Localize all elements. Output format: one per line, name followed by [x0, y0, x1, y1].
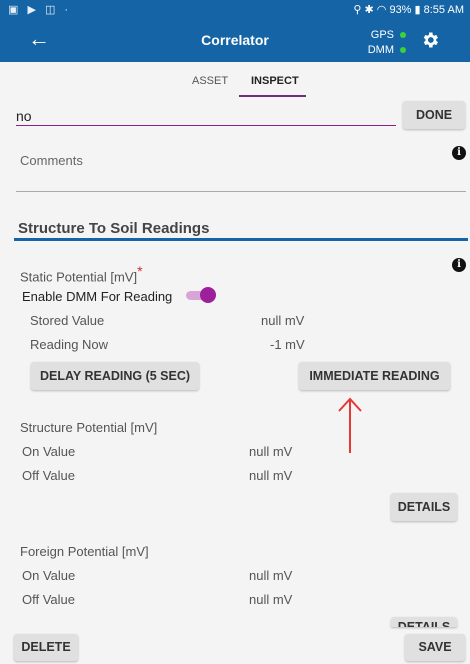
comments-underline: [16, 191, 466, 192]
foreign-off-value: null mV: [249, 592, 293, 607]
delay-reading-button[interactable]: DELAY READING (5 SEC): [31, 362, 199, 390]
static-potential-text: Static Potential [mV]: [20, 269, 138, 285]
save-button[interactable]: SAVE: [405, 634, 465, 661]
structure-potential-label: Structure Potential [mV]: [20, 420, 158, 435]
stored-value-label: Stored Value: [30, 313, 105, 328]
tab-asset[interactable]: ASSET: [192, 75, 228, 87]
section-divider: [14, 238, 468, 241]
enable-dmm-label: Enable DMM For Reading: [22, 289, 173, 304]
gear-icon[interactable]: [420, 30, 440, 56]
gps-status-dot: [400, 32, 406, 39]
foreign-details-button[interactable]: DETAILS: [391, 617, 457, 627]
info-icon[interactable]: i: [452, 258, 466, 272]
status-bar: ▣ ▶ ◫ · ⚲ ✱ ◠ 93% ▮ 8:55 AM: [0, 0, 470, 20]
delete-button[interactable]: DELETE: [14, 634, 78, 661]
app-bar: ← Correlator GPS DMM: [0, 20, 470, 62]
status-icons-left: ▣ ▶ ◫ ·: [8, 4, 72, 16]
foreign-on-value: null mV: [249, 568, 293, 583]
search-input-underline: [16, 125, 396, 126]
structure-details-button[interactable]: DETAILS: [391, 493, 457, 521]
info-icon[interactable]: i: [452, 146, 466, 160]
foreign-off-label: Off Value: [22, 592, 75, 607]
gps-label: GPS: [370, 29, 394, 41]
structure-off-label: Off Value: [22, 468, 75, 483]
static-potential-label: Static Potential [mV]*: [20, 263, 143, 284]
tab-inspect[interactable]: INSPECT: [251, 75, 299, 87]
comments-field[interactable]: Comments: [20, 153, 83, 168]
required-mark: *: [137, 263, 143, 279]
reading-now-label: Reading Now: [30, 337, 109, 352]
stored-value: null mV: [261, 313, 305, 328]
gear-icon-svg: [423, 32, 438, 48]
done-button[interactable]: DONE: [403, 101, 465, 129]
status-icons-right: ⚲ ✱ ◠ 93% ▮ 8:55 AM: [353, 4, 464, 16]
dmm-indicator: DMM: [368, 44, 406, 56]
dmm-status-dot: [400, 47, 406, 54]
foreign-on-label: On Value: [22, 568, 76, 583]
structure-off-value: null mV: [249, 468, 293, 483]
structure-on-value: null mV: [249, 444, 293, 459]
enable-dmm-toggle-knob[interactable]: [200, 287, 216, 303]
tab-bar: ASSET INSPECT: [0, 62, 470, 100]
dmm-label: DMM: [367, 44, 394, 56]
gps-indicator: GPS: [371, 29, 406, 41]
immediate-reading-button[interactable]: IMMEDIATE READING: [299, 362, 450, 390]
section-title: Structure To Soil Readings: [18, 220, 210, 237]
structure-on-label: On Value: [22, 444, 76, 459]
reading-now-value: -1 mV: [270, 337, 305, 352]
search-input[interactable]: no: [16, 108, 32, 124]
annotation-arrow: [338, 397, 362, 453]
active-tab-indicator: [239, 95, 306, 97]
foreign-potential-label: Foreign Potential [mV]: [20, 544, 149, 559]
